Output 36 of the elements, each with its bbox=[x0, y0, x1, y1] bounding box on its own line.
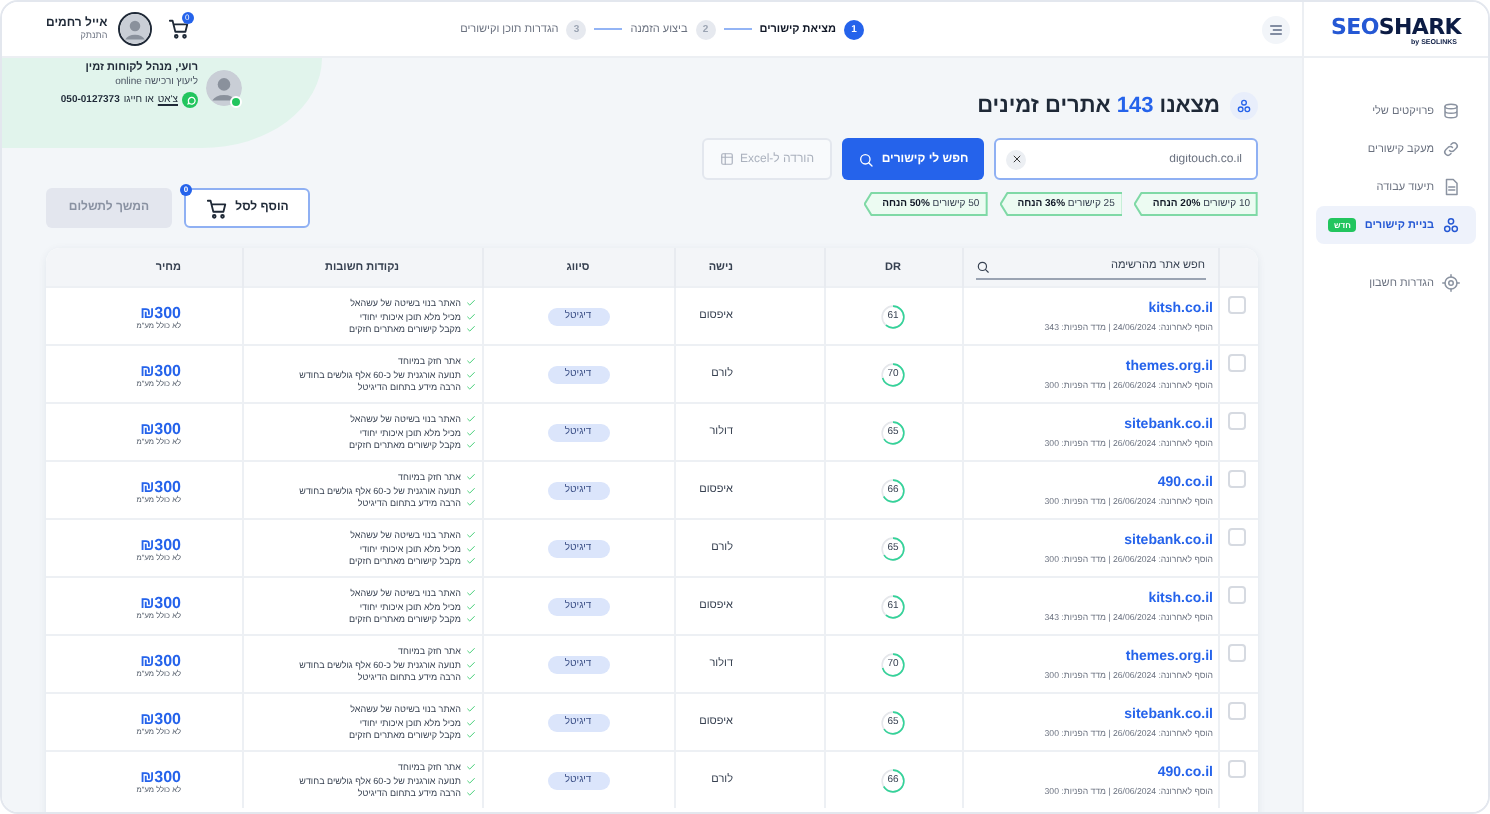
document-icon bbox=[1442, 178, 1460, 196]
row-checkbox[interactable] bbox=[1228, 586, 1246, 604]
row-checkbox[interactable] bbox=[1228, 412, 1246, 430]
logo: SEOSHARK bbox=[1330, 13, 1462, 39]
search-icon bbox=[975, 259, 989, 273]
price: ₪300 bbox=[140, 651, 181, 669]
row-checkbox[interactable] bbox=[1228, 470, 1246, 488]
settings-icon bbox=[1442, 274, 1460, 292]
cart-icon bbox=[205, 197, 228, 219]
whatsapp-icon bbox=[182, 92, 198, 108]
nodes-icon bbox=[1442, 216, 1460, 234]
menu-icon bbox=[1268, 21, 1284, 37]
row-checkbox[interactable] bbox=[1228, 702, 1246, 720]
price: ₪300 bbox=[140, 477, 181, 495]
price: ₪300 bbox=[140, 593, 181, 611]
search-icon bbox=[857, 151, 874, 167]
row-checkbox[interactable] bbox=[1228, 644, 1246, 662]
user-avatar bbox=[117, 12, 152, 46]
row-checkbox[interactable] bbox=[1228, 760, 1246, 778]
link-icon bbox=[1442, 140, 1460, 158]
row-checkbox[interactable] bbox=[1228, 296, 1246, 314]
database-icon bbox=[1442, 102, 1460, 120]
clear-button[interactable] bbox=[1006, 149, 1026, 169]
row-checkbox[interactable] bbox=[1228, 354, 1246, 372]
price: ₪300 bbox=[140, 535, 181, 553]
menu-button[interactable] bbox=[1262, 15, 1290, 43]
row-checkbox[interactable] bbox=[1228, 528, 1246, 546]
price: ₪300 bbox=[140, 709, 181, 727]
spreadsheet-icon bbox=[719, 152, 734, 166]
nodes-icon bbox=[1230, 92, 1258, 120]
price: ₪300 bbox=[140, 419, 181, 437]
agent-avatar bbox=[206, 70, 242, 106]
price: ₪300 bbox=[140, 303, 181, 321]
price: ₪300 bbox=[140, 361, 181, 379]
price: ₪300 bbox=[140, 767, 181, 785]
close-icon bbox=[1011, 154, 1021, 164]
